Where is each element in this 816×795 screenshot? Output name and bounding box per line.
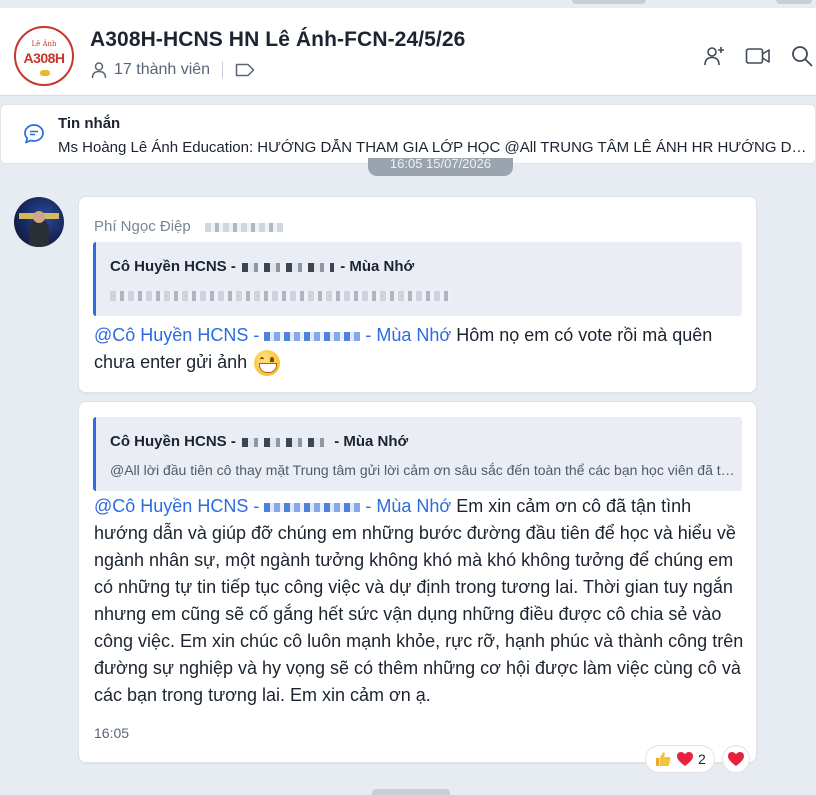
tag-icon[interactable] (235, 63, 255, 77)
mention-name: @Cô Huyền HCNS - (94, 496, 260, 516)
redacted-text (110, 291, 450, 302)
sender-name-text: Phí Ngọc Điệp (94, 218, 191, 235)
quoted-sender-name: Cô Huyền HCNS - (110, 433, 236, 450)
sender-avatar[interactable] (14, 197, 64, 247)
redacted-text (242, 437, 329, 447)
quoted-text (110, 287, 735, 303)
add-member-icon[interactable] (700, 42, 728, 70)
quoted-sender: Cô Huyền HCNS - - Mùa Nhớ (110, 433, 408, 450)
member-count[interactable]: 17 thành viên (114, 61, 210, 79)
heart-icon (728, 752, 744, 766)
quoted-sender-name: Cô Huyền HCNS - (110, 258, 236, 275)
pinned-message[interactable]: Tin nhắn Ms Hoàng Lê Ánh Education: HƯỚN… (0, 104, 816, 164)
mention-name: @Cô Huyền HCNS - (94, 325, 260, 345)
video-call-icon[interactable] (744, 42, 772, 70)
quoted-sender-suffix: - Mùa Nhớ (334, 433, 409, 450)
redacted-text (242, 262, 335, 272)
logo-brand-text: Lê Ánh (31, 40, 57, 48)
redacted-text (264, 331, 361, 341)
scroll-edge (572, 0, 646, 4)
mention-suffix: - Mùa Nhớ (365, 325, 452, 345)
grinning-emoji-icon (254, 350, 281, 377)
message-body: Em xin cảm ơn cô đã tận tình hướng dẫn v… (94, 496, 744, 705)
avatar-figure (29, 219, 49, 247)
quoted-message[interactable]: Cô Huyền HCNS - - Mùa Nhớ @All lời đầu t… (93, 417, 742, 491)
message-time: 16:05 (94, 725, 130, 741)
chat-bubble-icon (23, 123, 45, 150)
quoted-message[interactable]: Cô Huyền HCNS - - Mùa Nhớ (93, 242, 742, 316)
quoted-sender-suffix: - Mùa Nhớ (340, 258, 415, 275)
mention-link[interactable]: @Cô Huyền HCNS - - Mùa Nhớ (94, 496, 451, 516)
avatar-head (33, 211, 45, 223)
quoted-text: @All lời đầu tiên cô thay mặt Trung tâm … (110, 462, 735, 478)
message-text: @Cô Huyền HCNS - - Mùa Nhớ Hôm nọ em có … (94, 322, 744, 377)
heart-icon (676, 751, 694, 767)
search-icon[interactable] (788, 42, 816, 70)
quoted-sender: Cô Huyền HCNS - - Mùa Nhớ (110, 258, 414, 275)
message-bubble[interactable]: Phí Ngọc Điệp Cô Huyền HCNS - - Mùa Nhớ … (78, 196, 757, 393)
mention-link[interactable]: @Cô Huyền HCNS - - Mùa Nhớ (94, 325, 451, 345)
date-divider: 16:05 15/07/2026 (368, 158, 513, 176)
mention-suffix: - Mùa Nhớ (365, 496, 452, 516)
redacted-text (204, 222, 283, 232)
member-info: 17 thành viên (90, 61, 255, 79)
reaction-count: 2 (698, 751, 706, 767)
redacted-text (264, 502, 361, 512)
top-strip (0, 0, 816, 8)
pinned-label: Tin nhắn (58, 115, 121, 132)
message-text: @Cô Huyền HCNS - - Mùa Nhớ Em xin cảm ơn… (94, 493, 744, 709)
logo-ornament (40, 70, 50, 76)
group-title[interactable]: A308H-HCNS HN Lê Ánh-FCN-24/5/26 (90, 28, 465, 52)
react-heart-button[interactable] (722, 745, 750, 773)
scroll-edge (372, 789, 450, 795)
message-bubble[interactable]: Cô Huyền HCNS - - Mùa Nhớ @All lời đầu t… (78, 401, 757, 763)
thumbs-up-icon (654, 750, 672, 768)
chat-header: Lê Ánh A308H A308H-HCNS HN Lê Ánh-FCN-24… (0, 8, 816, 96)
logo-code-text: A308H (23, 50, 65, 66)
group-avatar[interactable]: Lê Ánh A308H (14, 26, 74, 86)
reaction-summary[interactable]: 2 (645, 745, 715, 773)
scroll-edge (776, 0, 812, 4)
sender-name[interactable]: Phí Ngọc Điệp (94, 218, 283, 235)
person-icon (90, 61, 108, 79)
divider (222, 62, 224, 78)
pinned-text: Ms Hoàng Lê Ánh Education: HƯỚNG DẪN THA… (58, 139, 813, 156)
